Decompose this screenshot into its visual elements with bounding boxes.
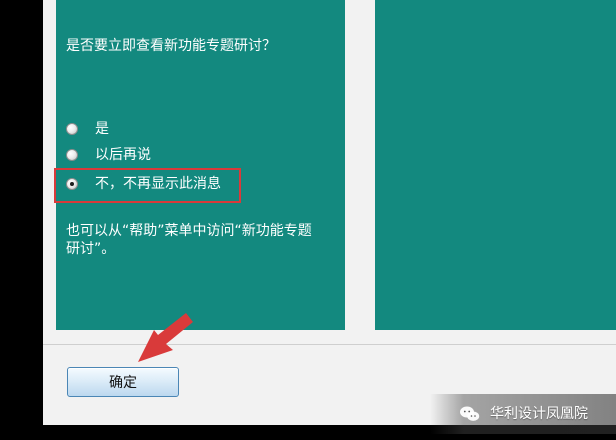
right-panel <box>375 0 616 330</box>
radio-label-yes: 是 <box>95 121 109 137</box>
watermark: 华利设计凤凰院 <box>430 394 616 434</box>
wechat-logo-icon <box>460 406 480 421</box>
radio-option-later[interactable]: 以后再说 <box>66 144 151 166</box>
radio-option-yes[interactable]: 是 <box>66 118 109 140</box>
radio-label-later: 以后再说 <box>95 147 151 163</box>
radio-icon[interactable] <box>66 123 78 135</box>
question-text: 是否要立即查看新功能专题研讨？ <box>66 38 276 54</box>
help-hint-text: 也可以从“帮助”菜单中访问“新功能专题研讨”。 <box>66 223 312 257</box>
watermark-text: 华利设计凤凰院 <box>490 406 588 422</box>
ok-button[interactable]: 确定 <box>67 367 179 397</box>
selection-highlight <box>54 168 241 203</box>
dialog-separator <box>43 344 616 345</box>
radio-icon[interactable] <box>66 149 78 161</box>
